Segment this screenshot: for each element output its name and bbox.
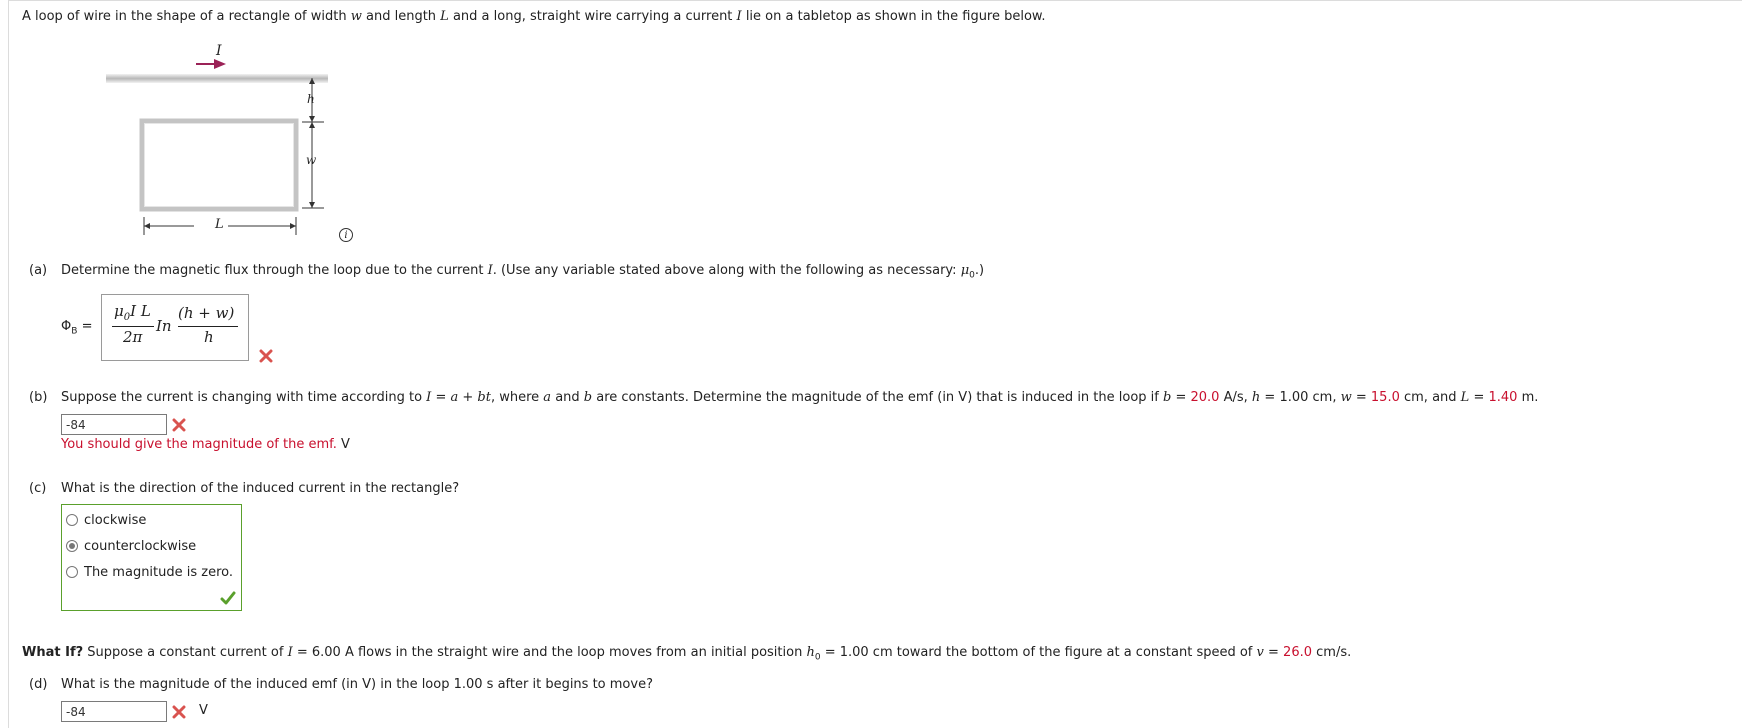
answer-denominator-1: 2π (123, 328, 143, 346)
part-b-question: Suppose the current is changing with tim… (61, 390, 1539, 405)
part-b-unit: V (341, 437, 350, 452)
fraction-bar-2 (178, 326, 238, 327)
part-b-label: (b) (29, 390, 48, 405)
current-arrowhead (214, 59, 226, 69)
choice-clockwise[interactable]: clockwise (66, 511, 146, 529)
part-c-label: (c) (29, 481, 47, 496)
part-a-question: Determine the magnetic flux through the … (61, 263, 985, 281)
answer-numerator-2: (h + w) (178, 304, 235, 322)
choice-counterclockwise[interactable]: counterclockwise (66, 537, 196, 555)
part-d-question: What is the magnitude of the induced emf… (61, 677, 653, 692)
part-a-answer-box[interactable]: μ0I L 2π In (h + w) h (101, 294, 249, 361)
radio-magnitude-zero[interactable] (66, 566, 78, 578)
L-dimension-label: L (215, 217, 224, 232)
info-icon[interactable]: i (339, 228, 353, 242)
choice-magnitude-zero[interactable]: The magnitude is zero. (66, 563, 233, 581)
part-d-emf-input[interactable] (61, 701, 167, 722)
x-icon (172, 418, 186, 432)
radio-clockwise[interactable] (66, 514, 78, 526)
figure-diagram (106, 59, 328, 235)
part-d-unit: V (199, 703, 208, 718)
answer-denominator-2: h (204, 328, 214, 346)
part-c-choices: clockwise counterclockwise The magnitude… (61, 504, 242, 611)
part-b-feedback: You should give the magnitude of the emf… (61, 437, 350, 452)
wire-loop-figure: I h w L (100, 40, 380, 240)
x-icon (259, 349, 273, 363)
radio-counterclockwise[interactable] (66, 540, 78, 552)
check-icon (220, 591, 236, 605)
part-a-label: (a) (29, 263, 48, 278)
part-c-question: What is the direction of the induced cur… (61, 481, 460, 496)
straight-wire (106, 74, 328, 83)
w-dimension-label: w (306, 153, 317, 167)
part-d-label: (d) (29, 677, 48, 692)
answer-numerator-1: μ0I L (114, 302, 151, 323)
part-b-emf-input[interactable] (61, 414, 167, 435)
phi-b-label: ΦB = (61, 319, 93, 337)
current-label: I (216, 43, 222, 59)
answer-ln: In (156, 317, 172, 335)
fraction-bar-1 (112, 326, 154, 327)
x-icon (172, 705, 186, 719)
problem-intro: A loop of wire in the shape of a rectang… (22, 9, 1046, 24)
what-if-text: What If? Suppose a constant current of I… (22, 645, 1352, 663)
h-dimension-label: h (307, 92, 315, 106)
